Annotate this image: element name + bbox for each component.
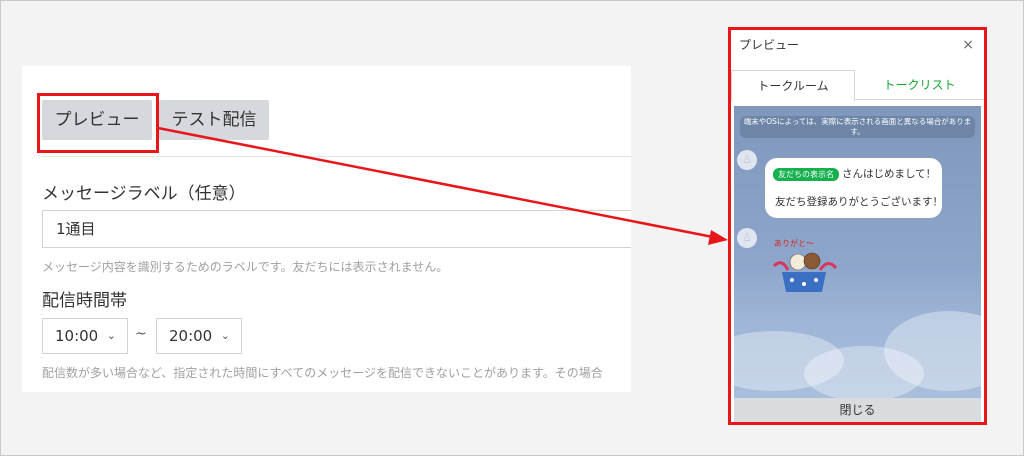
divider — [42, 156, 631, 157]
delivery-time-heading: 配信時間帯 — [42, 291, 127, 311]
message-label-hint: メッセージ内容を識別するためのラベルです。友だちには表示されません。 — [42, 260, 449, 274]
time-to-select[interactable]: 20:00 ⌄ — [156, 318, 242, 354]
preview-button-highlight — [37, 93, 159, 153]
sticker-image: ありがと～ — [772, 238, 838, 292]
message-label-heading: メッセージラベル（任意） — [42, 184, 246, 204]
test-delivery-button[interactable]: テスト配信 — [159, 100, 269, 140]
time-separator: ~ — [135, 326, 147, 342]
message-line2: 友だち登録ありがとうございます！ — [775, 196, 943, 208]
time-from-value: 10:00 — [55, 327, 99, 345]
time-from-select[interactable]: 10:00 ⌄ — [42, 318, 128, 354]
message-bubble: 友だちの表示名 さんはじめまして！ 友だち登録ありがとうございます！ — [765, 158, 943, 218]
message-line1: さんはじめまして！ — [842, 168, 937, 180]
message-label-input[interactable]: 1通目 — [42, 210, 631, 248]
modal-header: プレビュー × — [731, 30, 984, 60]
modal-title: プレビュー — [739, 38, 800, 52]
device-notice: 端末やOSによっては、実際に表示される画面と異なる場合があります。 — [740, 116, 975, 138]
preview-modal: プレビュー × トークルーム トークリスト 端末やOSによっては、実際に表示され… — [728, 27, 987, 425]
tab-talk-list[interactable]: トークリスト — [855, 70, 984, 100]
avatar-icon: ♙ — [737, 150, 757, 170]
time-to-value: 20:00 — [169, 327, 213, 345]
tab-talk-room[interactable]: トークルーム — [731, 70, 855, 101]
delivery-time-hint: 配信数が多い場合など、指定された時間にすべてのメッセージを配信できないことがあり… — [42, 366, 603, 380]
chat-preview-area: 端末やOSによっては、実際に表示される画面と異なる場合があります。 ♙ 友だちの… — [734, 106, 981, 398]
modal-tabs: トークルーム トークリスト — [731, 70, 984, 101]
avatar-icon: ♙ — [737, 228, 757, 248]
friend-name-badge: 友だちの表示名 — [773, 167, 839, 181]
chevron-down-icon: ⌄ — [106, 329, 116, 342]
chevron-down-icon: ⌄ — [220, 329, 230, 342]
sticker-text: ありがと～ — [774, 238, 814, 248]
close-button[interactable]: 閉じる — [734, 398, 981, 422]
close-icon[interactable]: × — [962, 30, 974, 60]
